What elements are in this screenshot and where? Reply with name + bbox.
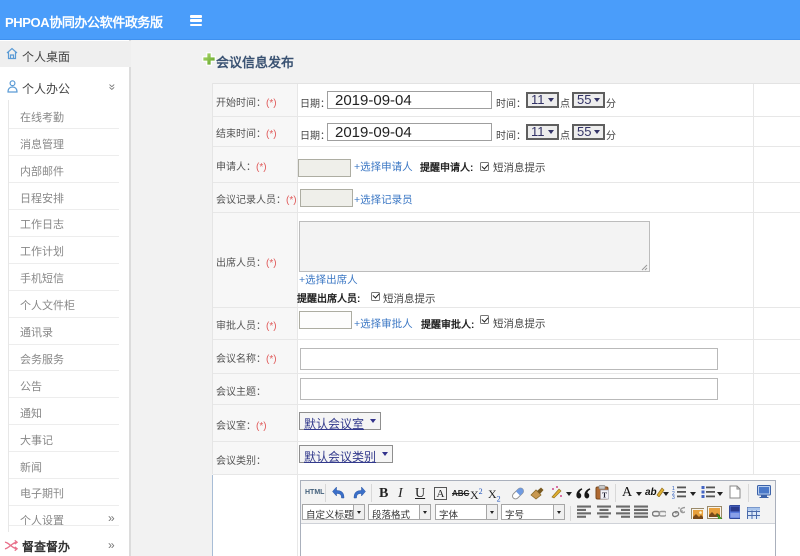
svg-text:T: T [602, 491, 607, 500]
svg-text:3: 3 [672, 495, 675, 499]
